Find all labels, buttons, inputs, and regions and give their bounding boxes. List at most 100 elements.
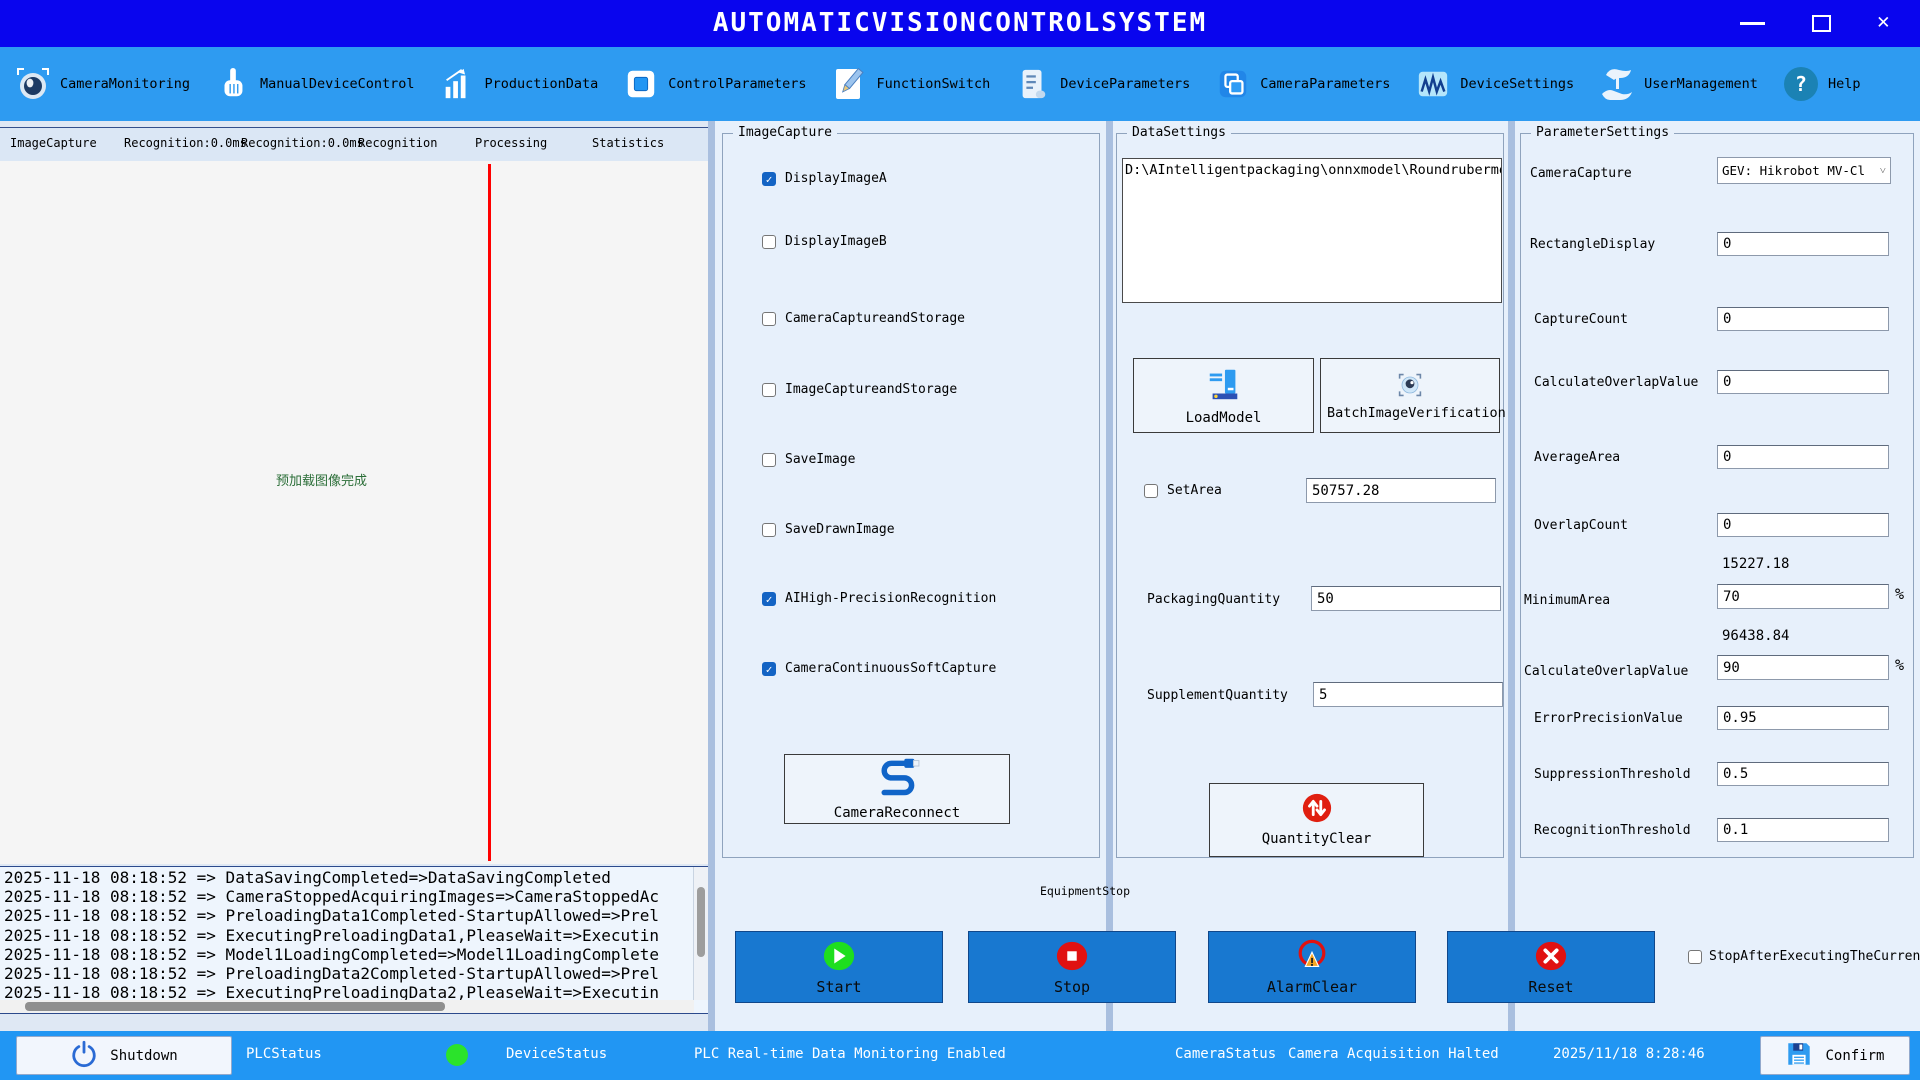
suppression-threshold-input[interactable]: [1717, 762, 1889, 786]
stop-button[interactable]: Stop: [968, 931, 1176, 1003]
checkbox-box[interactable]: [1144, 484, 1158, 498]
stop-after-current-package-checkbox[interactable]: StopAfterExecutingTheCurrentPackage: [1688, 948, 1898, 966]
checkbox-camera-capture-storage[interactable]: CameraCaptureandStorage: [762, 311, 965, 326]
average-area-label: AverageArea: [1534, 450, 1620, 465]
set-area-checkbox[interactable]: SetArea: [1144, 483, 1222, 498]
menu-label: ControlParameters: [668, 76, 806, 92]
recognition-threshold-input[interactable]: [1717, 818, 1889, 842]
error-precision-value-input[interactable]: [1717, 706, 1889, 730]
checkbox-box[interactable]: [762, 453, 776, 467]
panel-divider[interactable]: [708, 121, 715, 1031]
menu-label: DeviceParameters: [1060, 76, 1190, 92]
load-model-button[interactable]: LoadModel: [1133, 358, 1314, 433]
camera-capture-select[interactable]: GEV: Hikrobot MV-Cl ˅: [1717, 157, 1891, 184]
checkbox-box[interactable]: [762, 383, 776, 397]
checkbox-save-drawn-image[interactable]: SaveDrawnImage: [762, 522, 895, 537]
start-button[interactable]: Start: [735, 931, 943, 1003]
tab-processing[interactable]: Processing: [475, 136, 547, 150]
reset-button[interactable]: Reset: [1447, 931, 1655, 1003]
quantity-clear-button[interactable]: QuantityClear: [1209, 783, 1424, 857]
calculate-overlap-value-input[interactable]: [1717, 370, 1889, 394]
menu-bar: CameraMonitoring ManualDeviceControl Pro…: [0, 47, 1920, 121]
button-label: Shutdown: [110, 1048, 177, 1064]
power-icon: [70, 1040, 98, 1072]
log-horizontal-scrollbar[interactable]: [0, 1000, 694, 1013]
checkbox-box[interactable]: [762, 235, 776, 249]
checkbox-camera-continuous-soft-capture[interactable]: CameraContinuousSoftCapture: [762, 661, 996, 676]
log-vertical-scrollbar[interactable]: [693, 867, 708, 1000]
confirm-button[interactable]: Confirm: [1760, 1036, 1910, 1075]
log-area: 2025-11-18 08:18:52 => DataSavingComplet…: [0, 866, 708, 1014]
overlap-count-label: OverlapCount: [1534, 518, 1628, 533]
checkbox-box[interactable]: [762, 312, 776, 326]
close-button[interactable]: ✕: [1877, 9, 1890, 33]
camera-capture-label: CameraCapture: [1530, 166, 1632, 181]
percent-unit: %: [1895, 656, 1904, 674]
batch-image-verification-button[interactable]: BatchImageVerification: [1320, 358, 1500, 433]
calculate-overlap-value-2-label: CalculateOverlapValue: [1524, 664, 1688, 679]
log-line: 2025-11-18 08:18:52 => ExecutingPreloadi…: [4, 983, 692, 1001]
menu-item-function-switch[interactable]: FunctionSwitch: [830, 65, 990, 103]
shutdown-button[interactable]: Shutdown: [16, 1036, 232, 1075]
packaging-quantity-input[interactable]: [1311, 586, 1501, 611]
capture-count-input[interactable]: [1717, 307, 1889, 331]
checkbox-box[interactable]: [762, 662, 776, 676]
menu-item-help[interactable]: ? Help: [1782, 65, 1861, 103]
average-area-input[interactable]: [1717, 445, 1889, 469]
checkbox-label: SaveImage: [785, 452, 855, 467]
panel-divider[interactable]: [1508, 121, 1515, 1031]
checkbox-box[interactable]: [762, 523, 776, 537]
menu-item-device-settings[interactable]: DeviceSettings: [1414, 65, 1574, 103]
scroll-icon: [1014, 65, 1052, 103]
model-path-field[interactable]: D:\AIntelligentpackaging\onnxmodel\Round…: [1122, 158, 1502, 303]
menu-label: CameraMonitoring: [60, 76, 190, 92]
overlap-count-input[interactable]: [1717, 513, 1889, 537]
menu-item-camera-parameters[interactable]: CameraParameters: [1214, 65, 1390, 103]
checkbox-box[interactable]: [762, 592, 776, 606]
tab-image-capture[interactable]: ImageCapture: [10, 136, 97, 150]
set-area-input[interactable]: [1306, 478, 1496, 503]
capture-count-label: CaptureCount: [1534, 312, 1628, 327]
menu-item-camera-monitoring[interactable]: CameraMonitoring: [14, 65, 190, 103]
calculate-overlap-value-2-input[interactable]: [1717, 655, 1889, 680]
minimum-area-input[interactable]: [1717, 584, 1889, 609]
checkbox-image-capture-storage[interactable]: ImageCaptureandStorage: [762, 382, 957, 397]
checkbox-label: DisplayImageA: [785, 171, 887, 186]
checkbox-box[interactable]: [762, 172, 776, 186]
maximize-button[interactable]: [1812, 15, 1831, 32]
checkbox-display-image-a[interactable]: DisplayImageA: [762, 171, 887, 186]
alarm-clear-button[interactable]: AlarmClear: [1208, 931, 1416, 1003]
menu-item-device-parameters[interactable]: DeviceParameters: [1014, 65, 1190, 103]
checkbox-label: SaveDrawnImage: [785, 522, 895, 537]
supplement-quantity-input[interactable]: [1313, 682, 1503, 707]
menu-label: ProductionData: [484, 76, 598, 92]
waveform-icon: [1414, 65, 1452, 103]
menu-label: Help: [1828, 76, 1861, 92]
menu-label: UserManagement: [1644, 76, 1758, 92]
cable-plug-icon: [869, 756, 925, 802]
group-title: DataSettings: [1127, 125, 1231, 140]
log-line: 2025-11-18 08:18:52 => Model1LoadingComp…: [4, 945, 692, 964]
tab-recognition-time-2[interactable]: Recognition:0.0ms: [241, 136, 364, 150]
button-label: AlarmClear: [1267, 978, 1357, 996]
menu-item-production-data[interactable]: ProductionData: [438, 65, 598, 103]
menu-item-manual-device-control[interactable]: ManualDeviceControl: [214, 65, 414, 103]
minimize-button[interactable]: [1740, 22, 1765, 25]
checkbox-ai-high-precision[interactable]: AIHigh-PrecisionRecognition: [762, 591, 996, 606]
checkbox-save-image[interactable]: SaveImage: [762, 452, 855, 467]
layers-icon: [1214, 65, 1252, 103]
tab-recognition[interactable]: Recognition: [358, 136, 437, 150]
checkbox-label: DisplayImageB: [785, 234, 887, 249]
rectangle-display-input[interactable]: [1717, 232, 1889, 256]
log-lines: 2025-11-18 08:18:52 => DataSavingComplet…: [4, 868, 692, 1001]
tab-recognition-time-1[interactable]: Recognition:0.0ms: [124, 136, 247, 150]
title-bar: AUTOMATICVISIONCONTROLSYSTEM ✕: [0, 0, 1920, 47]
panel-icon: [622, 65, 660, 103]
pencil-icon: [830, 65, 868, 103]
tab-statistics[interactable]: Statistics: [592, 136, 664, 150]
menu-item-user-management[interactable]: UserManagement: [1598, 65, 1758, 103]
camera-reconnect-button[interactable]: CameraReconnect: [784, 754, 1010, 824]
checkbox-box[interactable]: [1688, 950, 1702, 964]
menu-item-control-parameters[interactable]: ControlParameters: [622, 65, 806, 103]
checkbox-display-image-b[interactable]: DisplayImageB: [762, 234, 887, 249]
